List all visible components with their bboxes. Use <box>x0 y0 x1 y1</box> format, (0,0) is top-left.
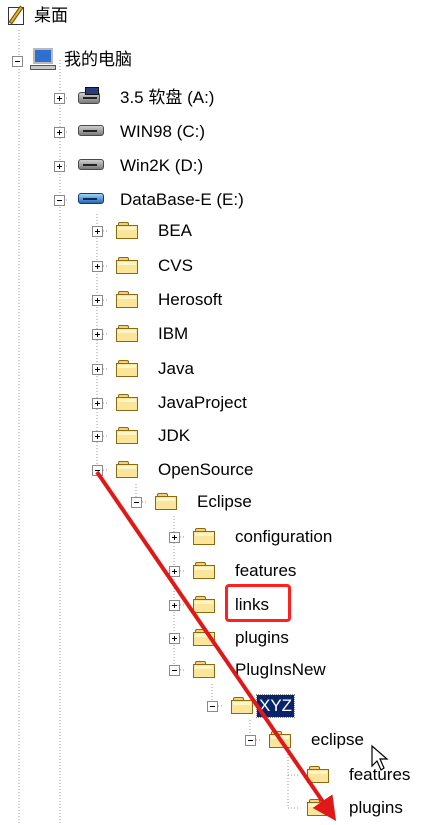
computer-icon <box>30 48 56 70</box>
tree-node-label: plugins <box>235 628 289 647</box>
tree-node-drive-e[interactable]: DataBase-E (E:) <box>54 186 294 216</box>
tree-node-label: JavaProject <box>158 393 247 412</box>
collapse-toggle-icon[interactable] <box>12 56 23 67</box>
folder-icon <box>269 731 291 749</box>
collapse-toggle-icon[interactable] <box>207 701 218 712</box>
expand-toggle-icon[interactable] <box>169 633 180 644</box>
folder-icon <box>193 528 215 546</box>
tree-node-label: plugins <box>349 798 403 817</box>
tree-node-label: configuration <box>235 527 333 546</box>
expand-toggle-icon[interactable] <box>92 364 103 375</box>
tree-node-folder-xyz[interactable]: XYZ <box>207 693 347 723</box>
tree-node-label: IBM <box>158 324 189 343</box>
tree-node-folder-pluginsnew[interactable]: PlugInsNew <box>169 657 389 687</box>
desktop-icon <box>6 5 28 27</box>
tree-node-drive-a[interactable]: 3.5 软盘 (A:) <box>54 84 274 114</box>
tree-node-label: Herosoft <box>158 290 223 309</box>
folder-icon <box>116 291 138 309</box>
tree-node-label: WIN98 (C:) <box>120 122 205 141</box>
hard-drive-icon <box>78 155 104 175</box>
tree-node-folder-features-inner[interactable]: features <box>283 762 432 792</box>
network-drive-icon <box>78 189 104 209</box>
collapse-toggle-icon[interactable] <box>169 665 180 676</box>
collapse-toggle-icon[interactable] <box>54 195 65 206</box>
tree-node-label: eclipse <box>311 730 364 749</box>
tree-node-folder-configuration[interactable]: configuration <box>169 524 389 554</box>
tree-node-folder-bea[interactable]: BEA <box>92 218 292 248</box>
folder-icon <box>193 661 215 679</box>
tree-node-label: 桌面 <box>34 6 68 25</box>
tree-node-drive-d[interactable]: Win2K (D:) <box>54 152 274 182</box>
folder-icon <box>193 629 215 647</box>
tree-node-label-selected: XYZ <box>255 694 296 718</box>
tree-node-folder-opensource[interactable]: OpenSource <box>92 457 312 487</box>
tree-node-label: OpenSource <box>158 460 254 479</box>
folder-tree: 桌面 我的电脑 3.5 软盘 (A:) WIN98 (C:) Win2K (D:… <box>0 0 432 825</box>
tree-node-folder-cvs[interactable]: CVS <box>92 253 292 283</box>
tree-node-folder-javaproject[interactable]: JavaProject <box>92 390 312 420</box>
folder-icon <box>116 427 138 445</box>
folder-icon <box>231 697 253 715</box>
tree-node-label: features <box>235 561 297 580</box>
expand-toggle-icon[interactable] <box>92 226 103 237</box>
expand-toggle-icon[interactable] <box>92 261 103 272</box>
floppy-drive-icon <box>78 87 104 107</box>
folder-icon <box>193 562 215 580</box>
folder-icon <box>116 325 138 343</box>
collapse-toggle-icon[interactable] <box>245 735 256 746</box>
tree-node-folder-java[interactable]: Java <box>92 356 292 386</box>
expand-toggle-icon[interactable] <box>92 295 103 306</box>
tree-node-folder-eclipse[interactable]: Eclipse <box>131 489 331 519</box>
folder-icon <box>116 461 138 479</box>
tree-node-label: Win2K (D:) <box>120 156 204 175</box>
tree-node-desktop[interactable]: 桌面 <box>6 2 106 32</box>
links-highlight-box <box>225 584 291 622</box>
expand-toggle-icon[interactable] <box>169 532 180 543</box>
tree-node-label: JDK <box>158 426 191 445</box>
tree-node-label: CVS <box>158 256 193 275</box>
hard-drive-icon <box>78 121 104 141</box>
folder-icon <box>116 257 138 275</box>
collapse-toggle-icon[interactable] <box>92 465 103 476</box>
folder-icon <box>307 766 329 784</box>
mouse-cursor-icon <box>371 744 389 771</box>
expand-toggle-icon[interactable] <box>169 566 180 577</box>
tree-node-label: Java <box>158 359 194 378</box>
expand-toggle-icon[interactable] <box>54 127 65 138</box>
expand-toggle-icon[interactable] <box>54 161 65 172</box>
expand-toggle-icon[interactable] <box>92 398 103 409</box>
tree-node-label: PlugInsNew <box>235 660 326 679</box>
folder-icon <box>116 222 138 240</box>
tree-node-drive-c[interactable]: WIN98 (C:) <box>54 118 274 148</box>
folder-icon <box>116 360 138 378</box>
expand-toggle-icon[interactable] <box>54 93 65 104</box>
tree-node-label: 3.5 软盘 (A:) <box>120 88 215 107</box>
tree-node-folder-herosoft[interactable]: Herosoft <box>92 287 292 317</box>
tree-node-label: BEA <box>158 221 193 240</box>
tree-node-my-computer[interactable]: 我的电脑 <box>12 48 192 78</box>
tree-node-label: Eclipse <box>197 492 252 511</box>
collapse-toggle-icon[interactable] <box>131 497 142 508</box>
tree-node-folder-jdk[interactable]: JDK <box>92 423 292 453</box>
folder-icon <box>155 493 177 511</box>
tree-node-label: DataBase-E (E:) <box>120 190 244 209</box>
tree-node-folder-plugins[interactable]: plugins <box>169 625 369 655</box>
expand-toggle-icon[interactable] <box>169 600 180 611</box>
tree-node-label: 我的电脑 <box>64 50 132 69</box>
folder-icon <box>116 394 138 412</box>
folder-icon <box>193 596 215 614</box>
expand-toggle-icon[interactable] <box>92 431 103 442</box>
expand-toggle-icon[interactable] <box>92 329 103 340</box>
tree-node-folder-ibm[interactable]: IBM <box>92 321 292 351</box>
folder-icon <box>307 799 329 817</box>
tree-node-folder-plugins-inner[interactable]: plugins <box>283 795 432 825</box>
